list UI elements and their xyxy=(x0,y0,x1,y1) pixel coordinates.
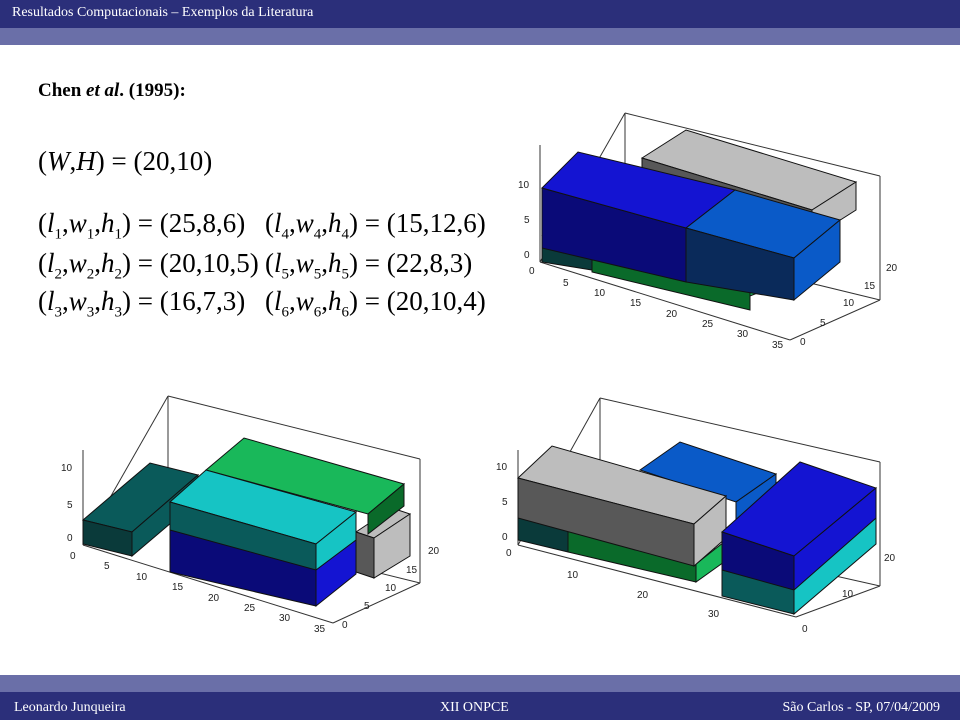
footer-event: XII ONPCE xyxy=(440,700,509,715)
plot-3-xtick-20: 20 xyxy=(637,590,649,601)
plot-3-xtick-30: 30 xyxy=(708,609,720,620)
plot-3-xtick-10: 10 xyxy=(567,570,579,581)
footer-place-date: São Carlos - SP, 07/04/2009 xyxy=(782,700,940,715)
plot-3-boxes xyxy=(516,441,878,616)
plot-3-ztick-0: 0 xyxy=(502,532,508,543)
plot-3-ytick-0: 0 xyxy=(802,624,808,635)
plot-3-ztick-10: 10 xyxy=(496,462,508,473)
packing-plot-bottom-right: 10 5 0 0 10 20 30 0 10 20 xyxy=(496,397,896,635)
footer-band xyxy=(0,675,960,692)
plot-3-xtick-0: 0 xyxy=(506,548,512,559)
footer-author: Leonardo Junqueira xyxy=(14,700,126,715)
plot-3-ztick-5: 5 xyxy=(502,497,508,508)
plot-3-ytick-10: 10 xyxy=(842,589,854,600)
plot-3-ytick-20: 20 xyxy=(884,553,896,564)
